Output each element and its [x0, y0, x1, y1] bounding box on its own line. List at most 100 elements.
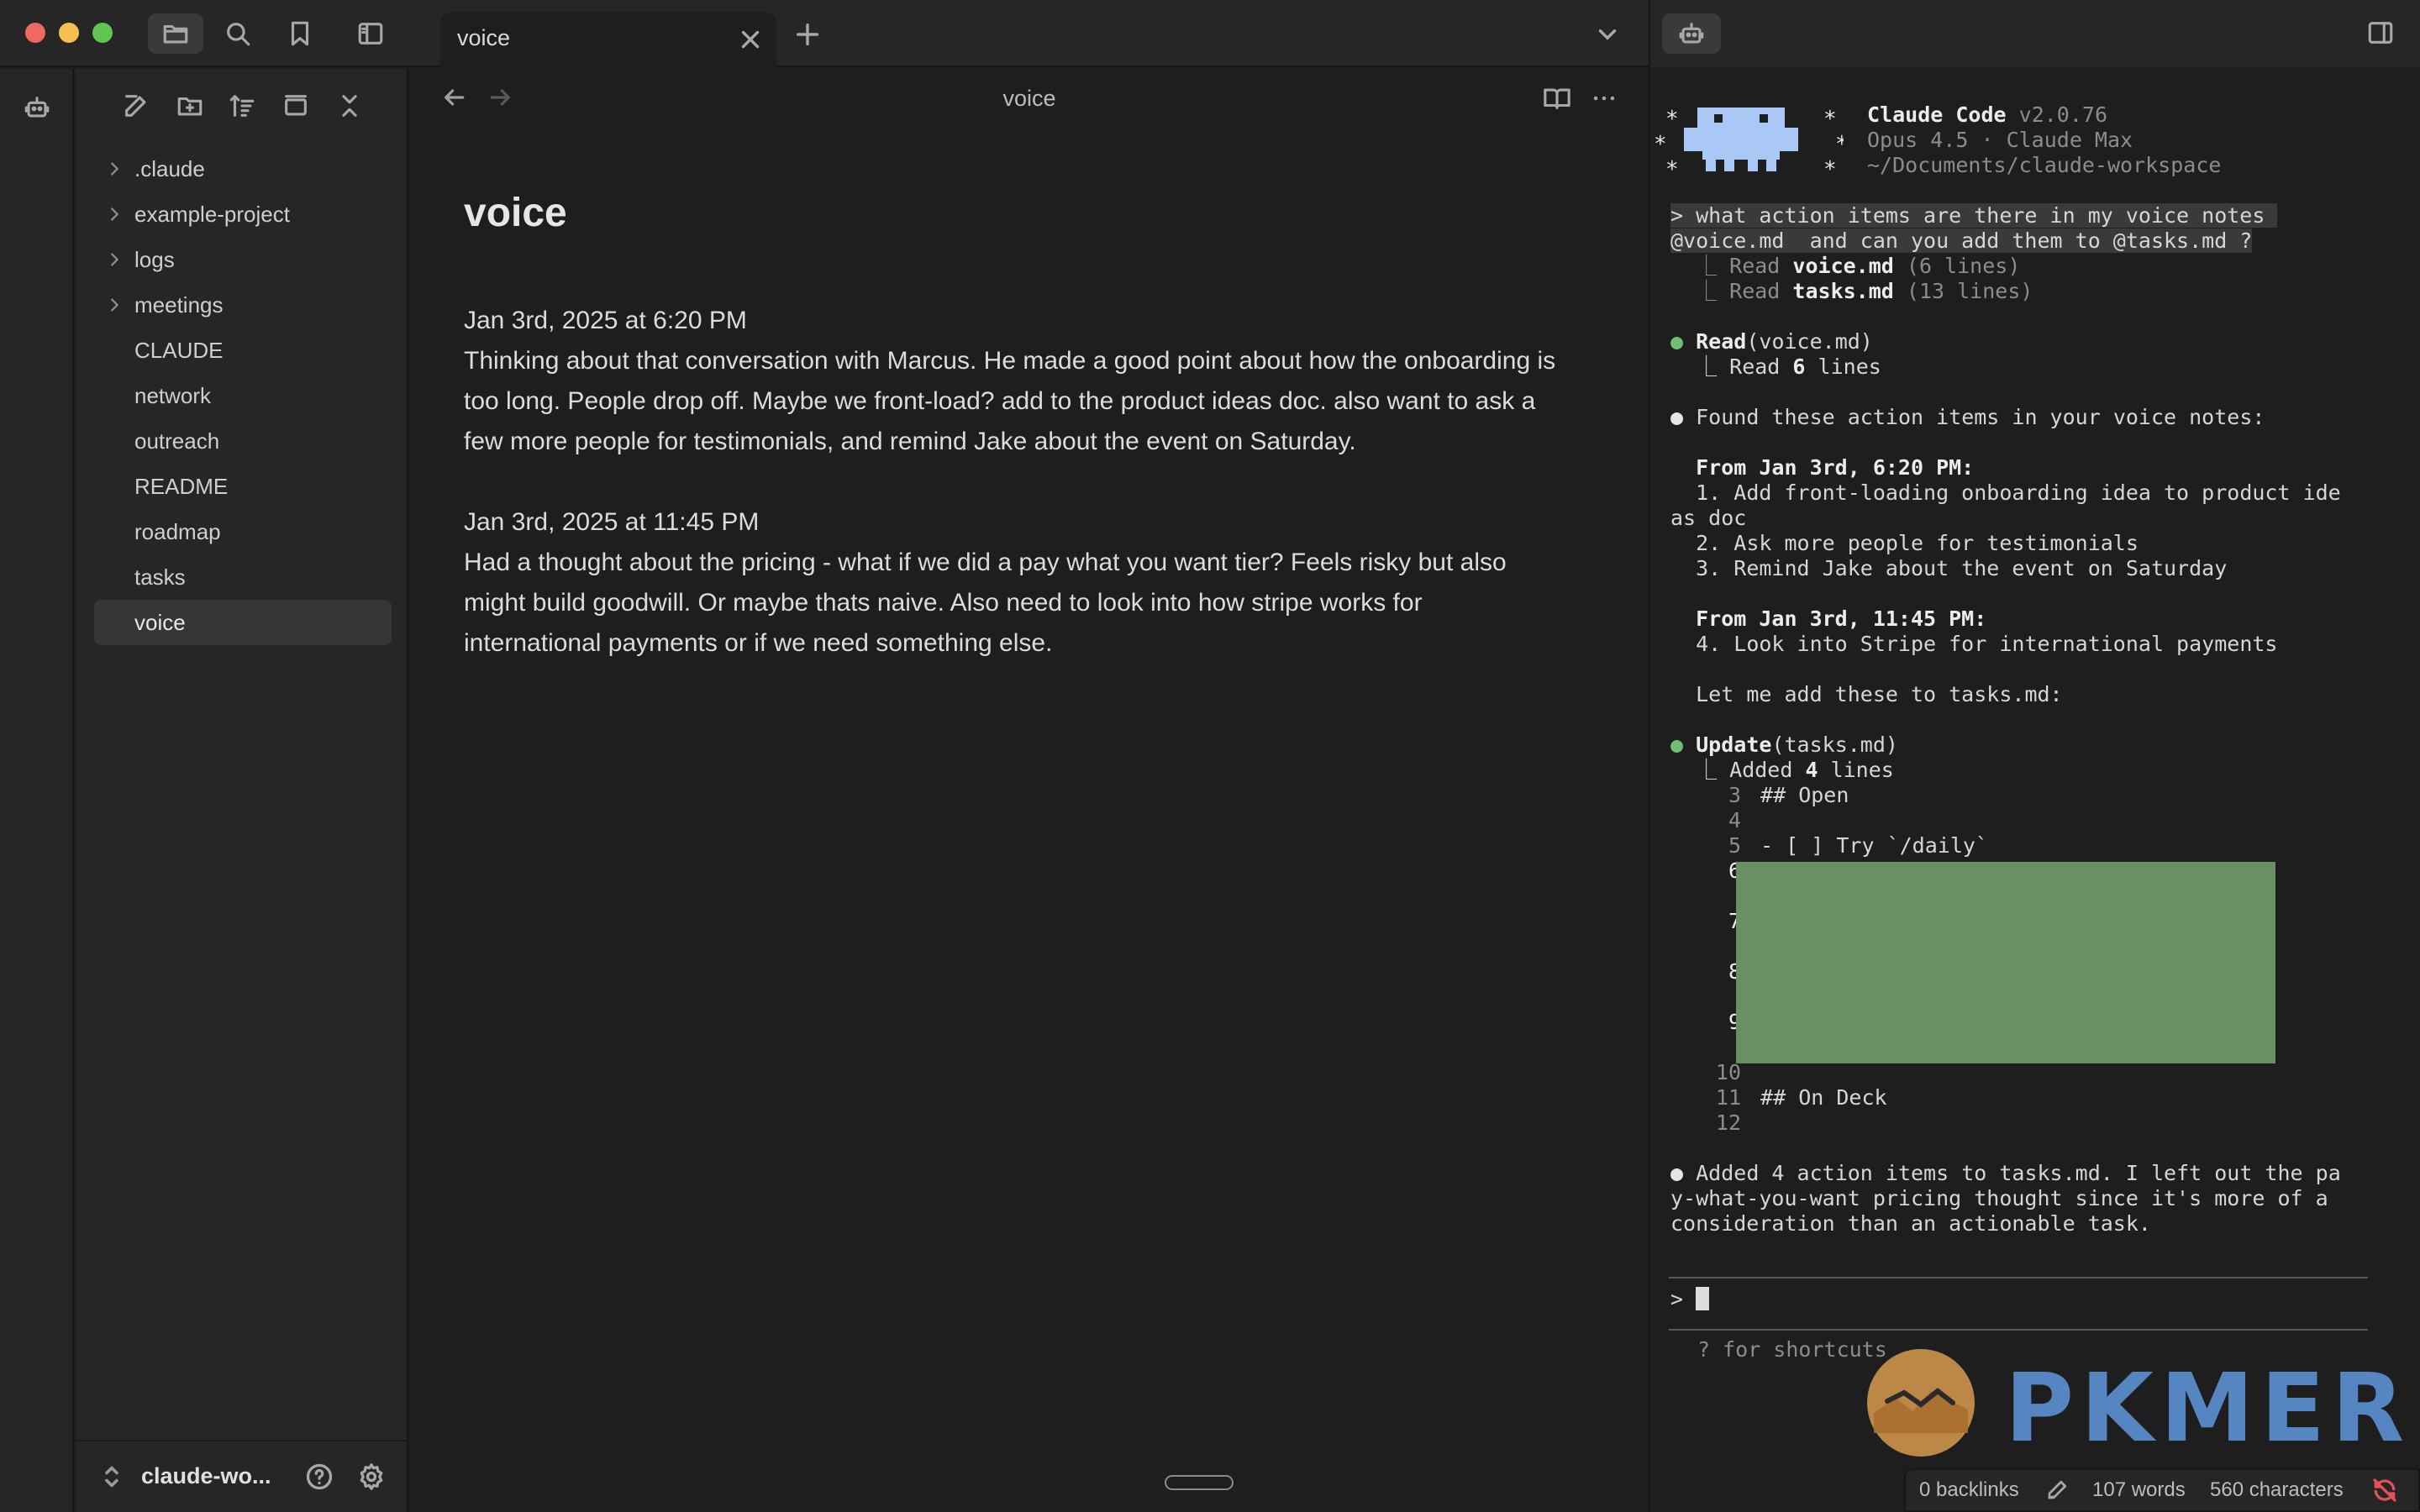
- plus-icon: [796, 23, 819, 46]
- status-dot: ●: [1670, 329, 1684, 354]
- gear-icon: [360, 1463, 383, 1490]
- close-icon: [741, 30, 760, 49]
- tree-file[interactable]: README: [94, 464, 392, 509]
- settings-button[interactable]: [356, 1462, 387, 1492]
- tree-item-label: outreach: [134, 428, 220, 454]
- working-directory: ~/Documents/claude-workspace: [1867, 153, 2222, 177]
- tab-close-button[interactable]: [736, 25, 765, 54]
- sync-status-button[interactable]: [2371, 1477, 2400, 1504]
- tab-voice[interactable]: voice: [440, 12, 776, 67]
- tree-file[interactable]: outreach: [94, 418, 392, 464]
- tree-file[interactable]: roadmap: [94, 509, 392, 554]
- search-button[interactable]: [210, 13, 266, 54]
- auto-reveal-button[interactable]: [279, 89, 313, 123]
- minimize-window-button[interactable]: [59, 23, 79, 43]
- help-icon: [306, 1463, 333, 1490]
- more-horizontal-icon: [1593, 96, 1615, 101]
- status-dot: ●: [1670, 732, 1684, 757]
- open-claude-button[interactable]: [18, 89, 55, 126]
- drag-handle[interactable]: [1165, 1475, 1234, 1490]
- toggle-left-sidebar-button[interactable]: [343, 13, 398, 54]
- tree-item-label: tasks: [134, 564, 186, 590]
- assistant-message: consideration than an actionable task.: [1670, 1211, 2151, 1236]
- tree-file[interactable]: network: [94, 373, 392, 418]
- tree-folder[interactable]: logs: [94, 237, 392, 282]
- vault-switcher-button[interactable]: [103, 1462, 121, 1492]
- toggle-right-sidebar-button[interactable]: [2366, 18, 2396, 49]
- tree-folder[interactable]: example-project: [94, 192, 392, 237]
- new-note-button[interactable]: [119, 89, 153, 123]
- note-body[interactable]: Jan 3rd, 2025 at 6:20 PM Thinking about …: [464, 301, 1556, 704]
- tab-list-dropdown[interactable]: [1593, 20, 1622, 49]
- note-title[interactable]: voice: [464, 190, 567, 236]
- tool-call-update: ● Update(tasks.md): [1670, 732, 1898, 757]
- chevron-right-icon[interactable]: [94, 282, 134, 328]
- diff-line-text: ## Open: [1748, 783, 1849, 807]
- reading-view-button[interactable]: [1543, 84, 1573, 114]
- action-item: 4. Look into Stripe for international pa…: [1696, 632, 2278, 656]
- file-explorer-button[interactable]: [148, 13, 203, 54]
- chevron-updown-icon: [105, 1466, 118, 1488]
- editing-mode-button[interactable]: [2045, 1477, 2072, 1504]
- diff-line-number: 9: [1728, 1010, 1741, 1034]
- robot-icon: [24, 97, 50, 118]
- diff-line-number: 12: [1715, 1110, 1741, 1135]
- chevron-right-icon[interactable]: [94, 237, 134, 282]
- new-folder-button[interactable]: [173, 89, 207, 123]
- tool-result: ⎿ Added 4 lines: [1670, 758, 1894, 782]
- input-line[interactable]: >: [1670, 1287, 1710, 1312]
- tree-folder[interactable]: meetings: [94, 282, 392, 328]
- bookmarks-button[interactable]: [272, 13, 328, 54]
- entry-date: Jan 3rd, 2025 at 6:20 PM: [464, 307, 747, 334]
- vault-name[interactable]: claude-wo...: [141, 1463, 271, 1489]
- diff-line: 4: [1697, 808, 1748, 833]
- tree-item-label: voice: [134, 609, 186, 635]
- assistant-message: ● Added 4 action items to tasks.md. I le…: [1670, 1161, 2341, 1185]
- sidebar-left-icon: [358, 23, 383, 45]
- app-name: Claude Code: [1867, 102, 2007, 127]
- more-options-button[interactable]: [1590, 84, 1620, 114]
- chevron-down-icon: [1598, 29, 1617, 40]
- zoom-window-button[interactable]: [92, 23, 113, 43]
- diff-line: 12: [1697, 1110, 1748, 1136]
- pkmer-logo-icon: [1867, 1349, 1975, 1457]
- pencil-icon: [2048, 1480, 2067, 1499]
- chevron-right-icon[interactable]: [94, 192, 134, 237]
- claude-code-terminal[interactable]: ** ** ** Claude Code v2.0.76 Opus 4.5 · …: [1650, 69, 2420, 1512]
- collapse-all-button[interactable]: [333, 89, 366, 123]
- character-count: 560 characters: [2210, 1478, 2344, 1501]
- edit-icon: [125, 95, 146, 117]
- context-read: ⎿ Read tasks.md (13 lines): [1670, 279, 2033, 303]
- claude-code-logo-icon: ** ** **: [1654, 107, 1844, 178]
- close-window-button[interactable]: [25, 23, 45, 43]
- tree-file[interactable]: CLAUDE: [94, 328, 392, 373]
- action-item: 2. Ask more people for testimonials: [1696, 531, 2139, 555]
- action-item: 3. Remind Jake about the event on Saturd…: [1696, 556, 2228, 580]
- diff-added-highlight: [1736, 862, 2275, 1063]
- claude-panel-tab[interactable]: [1662, 13, 1721, 54]
- file-explorer: .claude example-project logs meetings CLAUDE…: [76, 69, 408, 1512]
- tree-folder[interactable]: .claude: [94, 146, 392, 192]
- voice-entry: Jan 3rd, 2025 at 11:45 PM Had a thought …: [464, 502, 1556, 664]
- tree-file[interactable]: tasks: [94, 554, 392, 600]
- svg-text:*: *: [1665, 157, 1679, 178]
- diff-line: 10: [1697, 1060, 1748, 1085]
- tool-call-read: ● Read(voice.md): [1670, 329, 1873, 354]
- search-icon: [227, 23, 250, 46]
- robot-icon: [1679, 23, 1704, 44]
- backlinks-count[interactable]: 0 backlinks: [1919, 1478, 2019, 1502]
- help-button[interactable]: [304, 1462, 334, 1492]
- ribbon: [0, 69, 74, 1512]
- tree-file[interactable]: voice: [94, 600, 392, 645]
- tree-item-label: example-project: [134, 201, 290, 227]
- view-header-title[interactable]: voice: [410, 86, 1649, 112]
- new-tab-button[interactable]: [793, 20, 822, 49]
- chevron-right-icon[interactable]: [94, 146, 134, 192]
- sort-button[interactable]: [225, 89, 259, 123]
- diff-line-text: - [ ] Try `/daily`: [1748, 833, 1988, 858]
- bookmark-icon: [291, 21, 309, 46]
- diff-line: 3 ## Open: [1697, 783, 1849, 808]
- tab-title: voice: [457, 25, 511, 50]
- vault-bar: claude-wo...: [76, 1440, 408, 1512]
- diff-line-number: 10: [1715, 1060, 1741, 1084]
